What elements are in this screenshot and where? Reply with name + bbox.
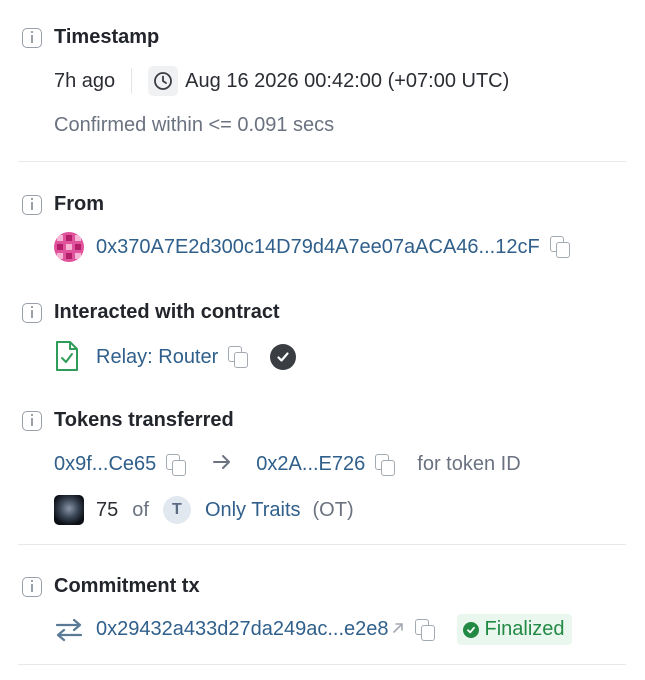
info-icon[interactable] <box>22 576 42 597</box>
commitment-row: 0x29432a433d27da249ac...e2e8 Finalized <box>54 614 572 645</box>
commitment-label: Commitment tx <box>54 575 200 597</box>
token-thumbnail <box>54 495 84 525</box>
token-detail-row: 75 of T Only Traits (OT) <box>54 495 354 525</box>
timestamp-relative: 7h ago <box>54 69 116 92</box>
commitment-header: Commitment tx <box>22 575 200 598</box>
contract-file-icon <box>54 340 84 374</box>
tokens-header: Tokens transferred <box>22 409 234 432</box>
token-transfer-row: 0x9f...Ce65 0x2A...E726 for token ID <box>54 453 521 476</box>
status-text: Finalized <box>484 618 565 640</box>
from-header: From <box>22 193 104 216</box>
token-symbol: (OT) <box>312 498 354 521</box>
section-divider <box>18 544 626 545</box>
copy-icon[interactable] <box>166 453 187 476</box>
transfer-swap-icon <box>54 618 84 642</box>
contract-label: Interacted with contract <box>54 301 280 323</box>
check-circle-icon <box>462 621 479 638</box>
transfer-from-link[interactable]: 0x9f...Ce65 <box>54 453 156 476</box>
address-avatar <box>54 232 84 262</box>
copy-icon[interactable] <box>549 236 570 258</box>
tokens-label: Tokens transferred <box>54 409 234 431</box>
from-label: From <box>54 193 104 215</box>
contract-row: Relay: Router <box>54 340 297 374</box>
section-divider <box>18 161 626 162</box>
transfer-to-link[interactable]: 0x2A...E726 <box>256 453 365 476</box>
contract-header: Interacted with contract <box>22 301 280 324</box>
confirmation-time: Confirmed within <= 0.091 secs <box>54 114 335 136</box>
status-badge: Finalized <box>456 614 572 645</box>
timestamp-header: Timestamp <box>22 26 159 49</box>
info-icon[interactable] <box>22 194 42 215</box>
timestamp-absolute: Aug 16 2026 00:42:00 (+07:00 UTC) <box>185 69 510 92</box>
timestamp-row: 7h ago Aug 16 2026 00:42:00 (+07:00 UTC) <box>54 66 509 96</box>
info-icon[interactable] <box>22 410 42 431</box>
token-amount: 75 <box>96 498 119 521</box>
contract-name-link[interactable]: Relay: Router <box>96 346 218 369</box>
divider-vertical <box>131 68 133 94</box>
copy-icon[interactable] <box>414 618 435 641</box>
of-label: of <box>132 498 149 521</box>
arrow-right-icon <box>212 453 232 476</box>
for-token-id-label: for token ID <box>417 453 521 475</box>
from-address-link[interactable]: 0x370A7E2d300c14D79d4A7ee07aACA46...12cF <box>96 236 540 259</box>
copy-icon[interactable] <box>228 346 249 368</box>
info-icon[interactable] <box>22 27 42 48</box>
token-icon: T <box>162 496 191 524</box>
info-icon[interactable] <box>22 302 42 323</box>
commitment-hash-link[interactable]: 0x29432a433d27da249ac...e2e8 <box>96 618 389 641</box>
verified-check-icon <box>270 344 297 370</box>
from-row: 0x370A7E2d300c14D79d4A7ee07aACA46...12cF <box>54 232 570 262</box>
timestamp-label: Timestamp <box>54 26 160 48</box>
token-name-link[interactable]: Only Traits <box>205 499 301 522</box>
clock-icon <box>148 66 179 96</box>
copy-icon[interactable] <box>375 453 396 476</box>
section-divider <box>18 664 626 665</box>
external-link-icon[interactable] <box>391 618 405 641</box>
